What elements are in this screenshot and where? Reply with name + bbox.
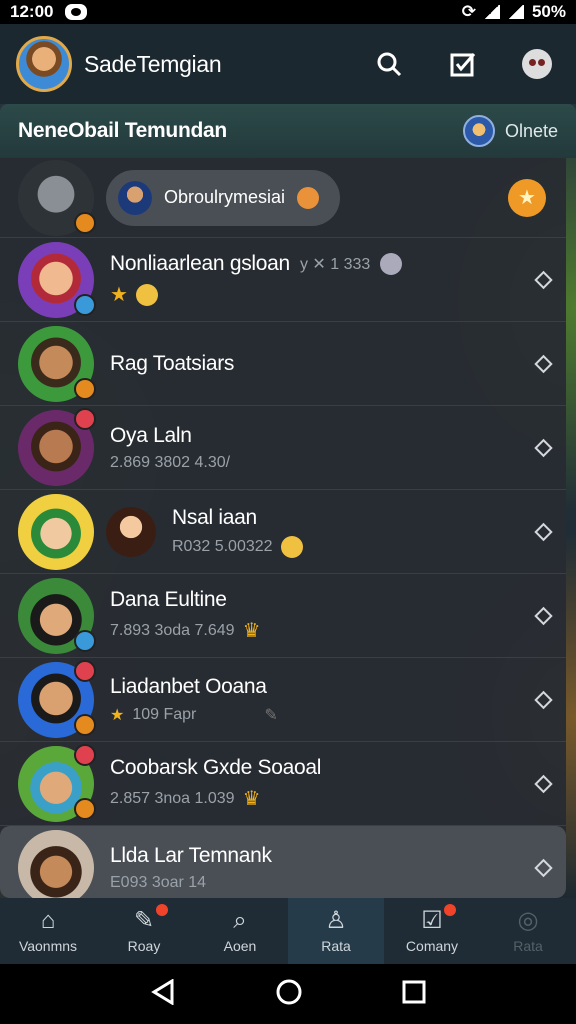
status-time: 12:00 — [10, 2, 54, 21]
nav-search[interactable]: ⌕ Aoen — [192, 898, 288, 964]
alert-badge-icon — [74, 659, 96, 682]
crown-icon: ♛ — [242, 788, 261, 810]
chat-chip[interactable]: Obroulrymesiai — [106, 169, 340, 226]
contact-name: Nonliaarlean gsloan — [110, 252, 290, 275]
avatar — [18, 407, 96, 486]
level-badge-icon — [74, 797, 96, 820]
contact-meta: y ✕ 1 333 — [299, 256, 371, 273]
online-avatar[interactable] — [462, 115, 495, 147]
checklist-icon[interactable] — [448, 49, 478, 79]
avatar — [18, 829, 94, 898]
contact-meta: 2.857 3noa 1.039 — [110, 789, 235, 807]
level-badge-icon — [74, 713, 96, 736]
verified-badge-icon — [74, 293, 96, 316]
pinned-row[interactable]: Obroulrymesiai ★ — [0, 158, 566, 238]
contact-meta: 109 Fapr — [132, 705, 197, 723]
list-item[interactable]: Llda Lar Temnank E093 3oar 14 — [0, 826, 566, 898]
alert-badge-icon — [74, 743, 96, 766]
profile-avatar[interactable] — [16, 36, 72, 92]
wifi-icon — [483, 5, 500, 19]
online-label[interactable]: Olnete — [505, 121, 558, 142]
contact-meta: 2.869 3802 4.30/ — [110, 453, 231, 471]
nav-rata[interactable]: ◎ Rata — [480, 898, 576, 964]
nav-label: Aoen — [223, 938, 257, 954]
check-badge-icon: ☑ — [421, 907, 443, 934]
face-icon — [135, 283, 158, 306]
notification-dot — [444, 904, 456, 916]
person-icon: ♙ — [325, 907, 347, 934]
signal-icon — [507, 5, 524, 19]
nav-home[interactable]: ⌂ Vaonmns — [0, 898, 96, 964]
avatar — [18, 577, 96, 654]
nav-roay[interactable]: ✎ Roay — [96, 898, 192, 964]
list-item[interactable]: Rag Toatsiars — [0, 322, 566, 406]
app-title: SadeTemgian — [84, 50, 222, 77]
ring-icon: ◎ — [517, 907, 539, 934]
bot-icon[interactable] — [522, 49, 552, 79]
contact-name: Oya Laln — [110, 423, 192, 447]
friend-avatar — [106, 506, 156, 557]
pin-icon: ✎ — [264, 706, 278, 724]
notification-icon — [65, 4, 88, 20]
list-item[interactable]: Dana Eultine 7.893 3oda 7.649 ♛ — [0, 574, 566, 658]
home-icon: ⌂ — [40, 907, 56, 934]
face-icon — [380, 253, 403, 275]
contact-name: Rag Toatsiars — [110, 351, 235, 375]
nav-label: Comany — [405, 938, 459, 954]
system-nav-bar — [0, 964, 576, 1024]
contact-name: Llda Lar Temnank — [110, 843, 272, 867]
battery-label: 50% — [531, 2, 566, 21]
avatar — [18, 241, 96, 318]
level-badge-icon — [74, 211, 96, 234]
star-icon: ★ — [110, 706, 125, 724]
avatar — [18, 493, 94, 570]
nav-label: Roay — [127, 938, 161, 954]
nav-label: Rata — [513, 938, 543, 954]
list-item[interactable]: Nonliaarlean gsloan y ✕ 1 333 ★ — [0, 238, 566, 322]
section-title: NeneObail Temundan — [18, 119, 227, 142]
star-icon: ★ — [110, 284, 128, 306]
level-badge-icon — [74, 377, 96, 400]
app-bar: SadeTemgian — [0, 24, 576, 104]
contact-meta: 7.893 3oda 7.649 — [110, 621, 235, 639]
contact-meta: R032 5.00322 — [172, 537, 273, 555]
avatar — [18, 325, 96, 402]
chip-avatar — [118, 180, 152, 215]
section-header: NeneObail Temundan Olnete — [0, 104, 576, 158]
list-item[interactable]: Liadanbet Ooana ★ 109 Fapr ✎ — [0, 658, 566, 742]
recents-icon[interactable] — [402, 980, 426, 1009]
edit-icon: ✎ — [133, 907, 155, 934]
nav-label: Vaonmns — [18, 938, 78, 954]
avatar — [18, 159, 96, 236]
feather-icon — [297, 186, 320, 209]
alert-badge-icon — [74, 407, 96, 430]
star-button-icon[interactable]: ★ — [508, 178, 546, 217]
list-item[interactable]: Coobarsk Gxde Soaoal 2.857 3noa 1.039 ♛ — [0, 742, 566, 826]
nav-label: Rata — [321, 938, 351, 954]
chip-label: Obroulrymesiai — [164, 187, 286, 207]
avatar — [18, 743, 96, 822]
home-circle-icon[interactable] — [275, 978, 303, 1011]
nav-company[interactable]: ☑ Comany — [384, 898, 480, 964]
list-item[interactable]: Oya Laln 2.869 3802 4.30/ — [0, 406, 566, 490]
verified-badge-icon — [74, 629, 96, 652]
smile-icon — [280, 535, 303, 558]
search-icon[interactable] — [374, 49, 404, 79]
search-icon: ⌕ — [233, 907, 247, 934]
nav-profile[interactable]: ♙ Rata — [288, 898, 384, 964]
sync-icon: ⟳ — [461, 2, 476, 21]
contact-name: Liadanbet Ooana — [110, 674, 267, 698]
list-item[interactable]: Nsal iaan R032 5.00322 — [0, 490, 566, 574]
contact-list: Obroulrymesiai ★ Nonliaarlean gsloan y ✕… — [0, 158, 566, 898]
contact-name: Nsal iaan — [172, 505, 257, 529]
back-icon[interactable] — [150, 977, 176, 1010]
notification-dot — [156, 904, 168, 916]
avatar — [18, 659, 96, 738]
contact-name: Dana Eultine — [110, 588, 227, 611]
bottom-nav: ⌂ Vaonmns ✎ Roay ⌕ Aoen ♙ Rata ☑ Comany … — [0, 898, 576, 964]
status-bar: 12:00 ⟳ 50% — [0, 0, 576, 24]
contact-meta: E093 3oar 14 — [110, 873, 207, 891]
crown-icon: ♛ — [242, 620, 261, 642]
contact-name: Coobarsk Gxde Soaoal — [110, 756, 322, 779]
